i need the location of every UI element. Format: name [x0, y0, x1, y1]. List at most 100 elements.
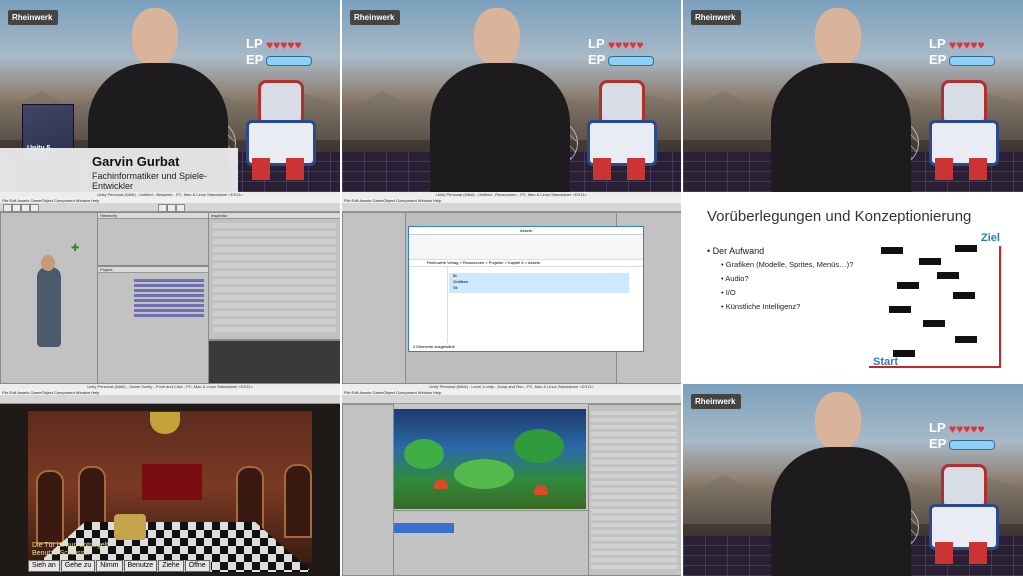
golden-table[interactable] [114, 514, 146, 540]
scene-view[interactable]: ✚ [0, 212, 98, 384]
slide-tile[interactable]: Vorüberlegungen und Konzeptionierung • D… [683, 192, 1023, 384]
game-message: Die Tür ist nun entriegelt. Benutze Schl… [32, 542, 110, 558]
door-right[interactable] [284, 464, 312, 538]
unity-editor-tile-1[interactable]: Unity Personal (64bit) - Untitled - Beis… [0, 192, 340, 384]
red-curtain [142, 464, 202, 500]
mushroom [534, 485, 548, 495]
toolbar [342, 203, 681, 212]
explorer-navigation[interactable] [409, 267, 448, 343]
robot-illustration [921, 464, 1001, 564]
mushroom [434, 479, 448, 489]
inspector-fields[interactable] [591, 411, 677, 571]
platform-block [937, 272, 959, 279]
presenter-name: Garvin Gurbat [92, 154, 180, 169]
explorer-ribbon[interactable] [409, 235, 643, 260]
video-tile-4[interactable]: Rheinwerk LP ♥♥♥♥♥ EP [683, 384, 1023, 576]
material-preview [208, 340, 340, 384]
play-button[interactable] [158, 204, 167, 212]
foliage [454, 459, 514, 489]
ep-label: EP [929, 436, 947, 451]
video-tile-2[interactable]: Rheinwerk LP ♥♥♥♥♥ EP [342, 0, 681, 192]
door-left[interactable] [36, 470, 64, 544]
heart-icons: ♥♥♥♥♥ [949, 38, 985, 52]
inspector-panel[interactable]: Inspector [208, 212, 340, 340]
platform-block [955, 245, 977, 252]
lp-label: LP [588, 36, 605, 51]
step-button[interactable] [176, 204, 185, 212]
platform-block [881, 247, 903, 254]
video-tile-3[interactable]: Rheinwerk LP ♥♥♥♥♥ EP [683, 0, 1023, 192]
ep-bar [949, 56, 995, 66]
project-panel[interactable]: Project [97, 266, 209, 384]
explorer-path[interactable]: Rheinwerk Verlag > Ressourcen > Projekte… [409, 260, 643, 267]
scale-tool-button[interactable] [30, 204, 39, 212]
publisher-logo: Rheinwerk [691, 394, 742, 409]
platform-block [953, 292, 975, 299]
rotate-tool-button[interactable] [21, 204, 30, 212]
game-view[interactable] [394, 409, 586, 509]
ep-label: EP [588, 52, 606, 67]
goal-label: Ziel [981, 232, 1000, 244]
video-tile-1[interactable]: Rheinwerk LP ♥♥♥♥♥ EP Unity 5 Garvin Gur… [0, 0, 340, 192]
bullet-1: • Grafiken (Modelle, Sprites, Menüs…)? [721, 260, 854, 269]
presenter [430, 8, 570, 192]
bullet-4: • Künstliche Intelligenz? [721, 302, 801, 311]
project-panel[interactable] [393, 510, 589, 576]
verb-pull-button[interactable]: Ziehe [158, 560, 184, 572]
hierarchy-panel[interactable] [342, 404, 394, 576]
explorer-window[interactable]: Assets Rheinwerk Verlag > Ressourcen > P… [408, 226, 644, 352]
lp-label: LP [929, 36, 946, 51]
point-and-click-tile[interactable]: Unity Personal (64bit) - Game Sunity - P… [0, 384, 340, 576]
move-tool-button[interactable] [12, 204, 21, 212]
bullet-3-text: I/O [725, 288, 736, 297]
file-3[interactable]: Sk [449, 285, 629, 291]
unity-editor-tile-2[interactable]: Unity Personal (64bit) - Untitled - Ress… [342, 192, 681, 384]
inspector-fields[interactable] [213, 223, 336, 333]
verb-bar: Sieh an Gehe zu Nimm Benutze Ziehe Öffne [28, 560, 211, 572]
hierarchy-panel[interactable] [342, 212, 406, 384]
lp-label: LP [246, 36, 263, 51]
bullet-main-text: Der Aufwand [712, 246, 765, 256]
jump-and-run-tile[interactable]: Unity Personal (64bit) - Level 1.unity -… [342, 384, 681, 576]
ep-bar [266, 56, 312, 66]
toolbar [0, 203, 340, 212]
presenter [771, 8, 911, 192]
ep-bar [949, 440, 995, 450]
inspector-header: Inspector [209, 213, 340, 219]
platform-block [889, 306, 911, 313]
bullet-main: • Der Aufwand [707, 246, 765, 256]
slide-title: Vorüberlegungen und Konzeptionierung [707, 208, 972, 225]
toolbar [342, 395, 681, 404]
verb-take-button[interactable]: Nimm [96, 560, 123, 572]
toolbar [0, 395, 340, 404]
project-header: Project [98, 267, 208, 273]
heart-icons: ♥♥♥♥♥ [608, 38, 644, 52]
platform-block [923, 320, 945, 327]
explorer-status: 3 Elemente ausgewählt [413, 344, 455, 349]
message-line-1: Die Tür ist nun entriegelt. [32, 542, 111, 549]
inspector-panel[interactable] [588, 404, 681, 576]
hand-tool-button[interactable] [3, 204, 12, 212]
start-label: Start [873, 356, 899, 368]
verb-use-button[interactable]: Benutze [123, 560, 158, 572]
asset-list[interactable] [134, 279, 204, 317]
selected-files[interactable]: Bi Grafiken Sk [449, 273, 629, 293]
lp-label: LP [929, 420, 946, 435]
message-line-2: Benutze Schlüssel [32, 550, 90, 557]
gizmo-icon[interactable]: ✚ [71, 243, 79, 254]
presenter-role: Fachinformatiker und Spiele-Entwickler [92, 171, 208, 191]
hierarchy-panel[interactable]: Hierarchy [97, 212, 209, 266]
foliage [514, 429, 564, 463]
selected-asset[interactable] [394, 523, 454, 533]
verb-go-button[interactable]: Gehe zu [60, 560, 96, 572]
bullet-3: • I/O [721, 288, 736, 297]
robot-illustration [579, 80, 659, 180]
ep-label: EP [246, 52, 264, 67]
verb-look-button[interactable]: Sieh an [28, 560, 60, 572]
ep-bar [608, 56, 654, 66]
pause-button[interactable] [167, 204, 176, 212]
heart-icons: ♥♥♥♥♥ [266, 38, 302, 52]
verb-open-button[interactable]: Öffne [184, 560, 210, 572]
bullet-1-text: Grafiken (Modelle, Sprites, Menüs…)? [725, 260, 854, 269]
ep-label: EP [929, 52, 947, 67]
